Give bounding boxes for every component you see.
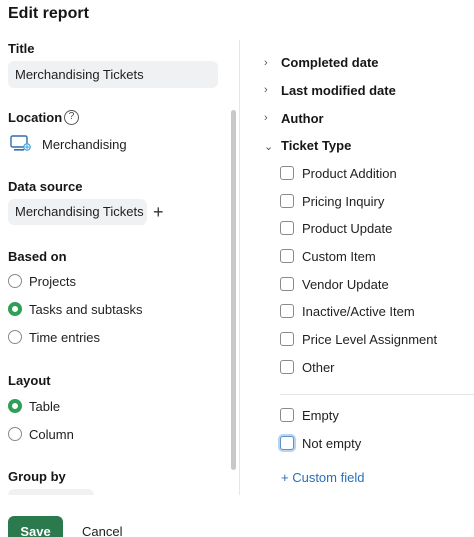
- add-datasource-icon[interactable]: +: [153, 202, 164, 222]
- location-label: Location: [8, 110, 63, 125]
- monitor-icon: [10, 134, 32, 154]
- based-on-label: Based on: [8, 249, 67, 264]
- section-label[interactable]: Author: [281, 111, 324, 126]
- section-label[interactable]: Ticket Type: [281, 138, 351, 153]
- radio-circle-checked: [8, 302, 22, 316]
- title-input[interactable]: [8, 61, 218, 88]
- options-divider: [280, 394, 474, 395]
- checkbox-label: Not empty: [302, 435, 362, 451]
- chevron-right-icon: ›: [264, 112, 268, 124]
- chevron-right-icon: ›: [264, 57, 268, 69]
- title-label: Title: [8, 41, 35, 56]
- checkbox-box: [280, 277, 294, 291]
- checkbox-box-focused: [280, 436, 294, 450]
- checkbox-price-level-assignment[interactable]: Price Level Assignment: [280, 330, 437, 348]
- datasource-label: Data source: [8, 179, 83, 194]
- group-by-select[interactable]: [8, 489, 94, 495]
- checkbox-label: Vendor Update: [302, 276, 389, 292]
- group-by-label: Group by: [8, 469, 66, 484]
- save-button[interactable]: Save: [8, 516, 63, 537]
- checkbox-product-update[interactable]: Product Update: [280, 219, 392, 237]
- radio-label: Time entries: [29, 329, 101, 345]
- left-scrollbar[interactable]: [231, 110, 236, 470]
- checkbox-label: Product Update: [302, 220, 393, 236]
- checkbox-label: Custom Item: [302, 248, 376, 264]
- layout-label: Layout: [8, 373, 51, 388]
- checkbox-label: Price Level Assignment: [302, 331, 438, 347]
- checkbox-label: Empty: [302, 407, 339, 423]
- checkbox-custom-item[interactable]: Custom Item: [280, 247, 376, 265]
- edit-report-dialog: Edit report Title Location ? Merchandisi…: [0, 0, 474, 537]
- section-label[interactable]: Last modified date: [281, 83, 396, 98]
- location-text: Merchandising: [42, 136, 127, 152]
- cancel-button[interactable]: Cancel: [76, 516, 128, 537]
- checkbox-box: [280, 408, 294, 422]
- chevron-right-icon: ›: [264, 84, 268, 96]
- radio-circle: [8, 330, 22, 344]
- checkbox-box: [280, 360, 294, 374]
- radio-projects[interactable]: Projects: [8, 272, 76, 290]
- datasource-chip[interactable]: Merchandising Tickets: [8, 199, 147, 225]
- report-settings-panel: Title Location ? Merchandising Data sour…: [0, 36, 238, 495]
- checkbox-label: Pricing Inquiry: [302, 193, 385, 209]
- radio-label: Table: [29, 398, 61, 414]
- radio-circle: [8, 427, 22, 441]
- checkbox-box: [280, 221, 294, 235]
- radio-circle-checked: [8, 399, 22, 413]
- section-label[interactable]: Completed date: [281, 55, 379, 70]
- checkbox-box: [280, 332, 294, 346]
- checkbox-not-empty[interactable]: Not empty: [280, 434, 361, 452]
- checkbox-pricing-inquiry[interactable]: Pricing Inquiry: [280, 192, 384, 210]
- checkbox-empty[interactable]: Empty: [280, 406, 339, 424]
- checkbox-inactive-active-item[interactable]: Inactive/Active Item: [280, 302, 415, 320]
- radio-tasks-subtasks[interactable]: Tasks and subtasks: [8, 300, 142, 318]
- radio-label: Column: [29, 426, 74, 442]
- checkbox-box: [280, 304, 294, 318]
- chevron-down-icon: ⌄: [264, 140, 274, 153]
- dialog-title: Edit report: [8, 5, 89, 22]
- radio-label: Tasks and subtasks: [29, 301, 143, 317]
- checkbox-box: [280, 194, 294, 208]
- add-custom-field-link[interactable]: + Custom field: [281, 470, 364, 485]
- radio-label: Projects: [29, 273, 76, 289]
- checkbox-box: [280, 249, 294, 263]
- location-value[interactable]: Merchandising: [10, 134, 127, 154]
- checkbox-label: Inactive/Active Item: [302, 303, 415, 319]
- checkbox-label: Other: [302, 359, 335, 375]
- filters-panel: › Completed date › Last modified date › …: [240, 40, 474, 495]
- checkbox-vendor-update[interactable]: Vendor Update: [280, 275, 389, 293]
- checkbox-label: Product Addition: [302, 165, 397, 181]
- checkbox-box: [280, 166, 294, 180]
- radio-table[interactable]: Table: [8, 397, 60, 415]
- radio-column[interactable]: Column: [8, 425, 74, 443]
- help-icon[interactable]: ?: [64, 110, 79, 125]
- radio-circle: [8, 274, 22, 288]
- checkbox-product-addition[interactable]: Product Addition: [280, 164, 397, 182]
- checkbox-other[interactable]: Other: [280, 358, 335, 376]
- radio-time-entries[interactable]: Time entries: [8, 328, 100, 346]
